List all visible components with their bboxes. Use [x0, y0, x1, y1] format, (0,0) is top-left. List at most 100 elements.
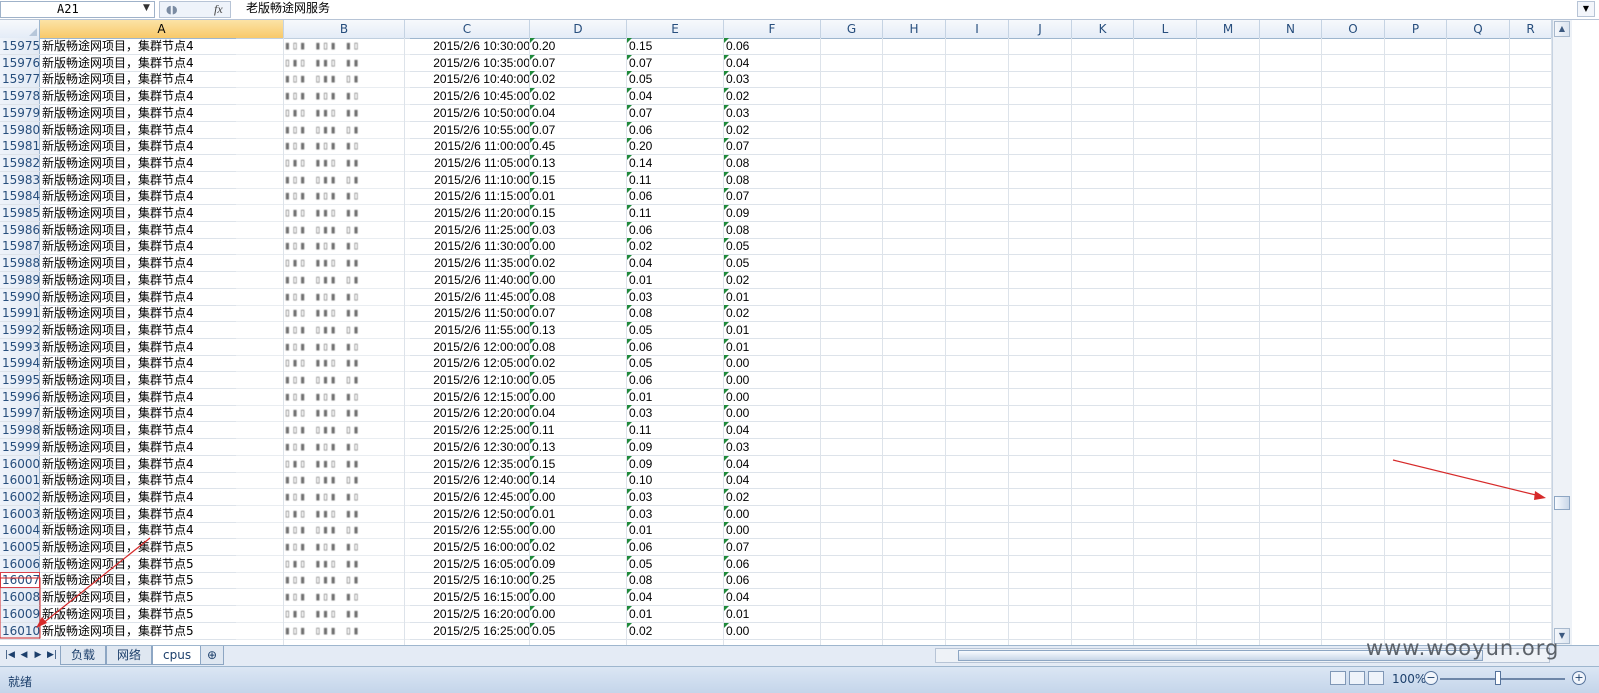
row-header[interactable]: 15988: [0, 255, 40, 272]
cell-c[interactable]: 2015/2/6 11:45:00: [405, 289, 530, 305]
column-header-q[interactable]: Q: [1447, 20, 1510, 38]
cell-c[interactable]: 2015/2/5 16:20:00: [405, 606, 530, 622]
row-header[interactable]: 15982: [0, 154, 40, 171]
cell-f[interactable]: 0.00: [724, 505, 823, 522]
cell-f[interactable]: 0.01: [724, 321, 823, 338]
cell-d[interactable]: 0.11: [530, 422, 629, 438]
cell-b-redacted[interactable]: ▮▯▮ ▮▯▮ ▮▯: [284, 539, 404, 555]
cell-e[interactable]: 0.11: [627, 171, 726, 188]
formula-input[interactable]: 老版畅途网服务: [236, 1, 1572, 18]
cell-f[interactable]: 0.06: [724, 38, 823, 54]
cell-b-redacted[interactable]: ▯▮▯ ▮▮▯ ▮▮: [284, 405, 404, 421]
cell-a[interactable]: 新版畅途网项目，集群节点4: [40, 122, 238, 138]
cell-e[interactable]: 0.14: [627, 154, 726, 171]
cell-f[interactable]: 0.07: [724, 138, 823, 154]
cell-a[interactable]: 新版畅途网项目，集群节点4: [40, 322, 238, 338]
column-header-r[interactable]: R: [1510, 20, 1552, 38]
row-header[interactable]: 16004: [0, 522, 40, 539]
cell-b-redacted[interactable]: ▮▯▮ ▮▯▮ ▮▯: [284, 138, 404, 154]
cell-d[interactable]: 0.04: [530, 104, 629, 121]
cell-e[interactable]: 0.05: [627, 71, 726, 87]
cell-d[interactable]: 0.07: [530, 54, 629, 71]
cell-b-redacted[interactable]: ▯▮▯ ▮▮▯ ▮▮: [284, 556, 404, 572]
cell-c[interactable]: 2015/2/6 11:05:00: [405, 155, 530, 171]
cell-c[interactable]: 2015/2/6 12:45:00: [405, 489, 530, 505]
cell-a[interactable]: 新版畅途网项目，集群节点4: [40, 172, 238, 188]
cell-d[interactable]: 0.02: [530, 255, 629, 271]
column-header-o[interactable]: O: [1322, 20, 1385, 38]
cell-b-redacted[interactable]: ▯▮▯ ▮▮▯ ▮▮: [284, 155, 404, 171]
cell-c[interactable]: 2015/2/5 16:00:00: [405, 539, 530, 555]
cell-e[interactable]: 0.01: [627, 522, 726, 538]
cell-e[interactable]: 0.08: [627, 305, 726, 321]
cell-b-redacted[interactable]: ▮▯▮ ▯▮▮ ▯▮: [284, 122, 404, 138]
cell-a[interactable]: 新版畅途网项目，集群节点4: [40, 88, 238, 104]
cell-f[interactable]: 0.04: [724, 455, 823, 472]
cell-f[interactable]: 0.02: [724, 121, 823, 138]
cell-b-redacted[interactable]: ▮▯▮ ▯▮▮ ▯▮: [284, 623, 404, 639]
cell-d[interactable]: 0.05: [530, 622, 629, 639]
cell-f[interactable]: 0.09: [724, 205, 823, 221]
cell-b-redacted[interactable]: ▮▯▮ ▯▮▮ ▯▮: [284, 322, 404, 338]
cell-f[interactable]: 0.02: [724, 88, 823, 104]
cell-b-redacted[interactable]: ▮▯▮ ▮▯▮ ▮▯: [284, 188, 404, 204]
column-header-i[interactable]: I: [946, 20, 1009, 38]
cell-a[interactable]: 新版畅途网项目，集群节点4: [40, 372, 238, 388]
cell-d[interactable]: 0.45: [530, 138, 629, 154]
chevron-down-icon[interactable]: ▼: [143, 1, 150, 16]
column-header-f[interactable]: F: [724, 20, 821, 38]
cell-c[interactable]: 2015/2/6 10:35:00: [405, 55, 530, 71]
cell-f[interactable]: 0.03: [724, 104, 823, 121]
cell-e[interactable]: 0.08: [627, 572, 726, 588]
cell-c[interactable]: 2015/2/6 12:25:00: [405, 422, 530, 438]
cell-f[interactable]: 0.04: [724, 54, 823, 71]
cell-c[interactable]: 2015/2/6 12:15:00: [405, 389, 530, 405]
cell-b-redacted[interactable]: ▮▯▮ ▮▯▮ ▮▯: [284, 389, 404, 405]
cell-f[interactable]: 0.05: [724, 255, 823, 271]
cell-e[interactable]: 0.09: [627, 438, 726, 455]
cell-e[interactable]: 0.03: [627, 405, 726, 421]
row-header[interactable]: 15992: [0, 321, 40, 338]
cell-c[interactable]: 2015/2/6 12:00:00: [405, 339, 530, 355]
cell-a[interactable]: 新版畅途网项目，集群节点4: [40, 422, 238, 438]
cell-d[interactable]: 0.25: [530, 572, 629, 588]
cell-f[interactable]: 0.08: [724, 171, 823, 188]
page-layout-view-icon[interactable]: [1349, 671, 1365, 685]
tab-cpus[interactable]: cpus: [152, 646, 203, 665]
cell-d[interactable]: 0.00: [530, 271, 629, 288]
cell-c[interactable]: 2015/2/6 10:45:00: [405, 88, 530, 104]
row-header[interactable]: 16008: [0, 589, 40, 606]
cell-a[interactable]: 新版畅途网项目，集群节点4: [40, 255, 238, 271]
cell-d[interactable]: 0.04: [530, 405, 629, 421]
row-header[interactable]: 16005: [0, 539, 40, 555]
cell-e[interactable]: 0.06: [627, 338, 726, 355]
cell-b-redacted[interactable]: ▯▮▯ ▮▮▯ ▮▮: [284, 255, 404, 271]
cell-b-redacted[interactable]: ▯▮▯ ▮▮▯ ▮▮: [284, 205, 404, 221]
cell-f[interactable]: 0.07: [724, 539, 823, 555]
row-header[interactable]: 15987: [0, 238, 40, 255]
cell-a[interactable]: 新版畅途网项目，集群节点4: [40, 405, 238, 421]
column-header-g[interactable]: G: [821, 20, 883, 38]
cell-a[interactable]: 新版畅途网项目，集群节点4: [40, 389, 238, 405]
row-header[interactable]: 16009: [0, 605, 40, 622]
zoom-slider-knob[interactable]: [1495, 671, 1501, 685]
cell-e[interactable]: 0.10: [627, 472, 726, 488]
cell-f[interactable]: 0.02: [724, 488, 823, 505]
column-header-d[interactable]: D: [530, 20, 627, 38]
cell-c[interactable]: 2015/2/6 12:35:00: [405, 456, 530, 472]
column-header-n[interactable]: N: [1260, 20, 1322, 38]
cell-f[interactable]: 0.08: [724, 154, 823, 171]
insert-function-button[interactable]: fx: [214, 2, 223, 17]
cell-d[interactable]: 0.08: [530, 288, 629, 305]
cell-a[interactable]: 新版畅途网项目，集群节点4: [40, 55, 238, 71]
cell-e[interactable]: 0.02: [627, 238, 726, 254]
cell-f[interactable]: 0.00: [724, 522, 823, 538]
row-header[interactable]: 16002: [0, 488, 40, 505]
row-header[interactable]: 16000: [0, 455, 40, 472]
cell-a[interactable]: 新版畅途网项目，集群节点4: [40, 222, 238, 238]
row-header[interactable]: 15996: [0, 388, 40, 405]
cell-e[interactable]: 0.11: [627, 422, 726, 438]
cell-b-redacted[interactable]: ▮▯▮ ▯▮▮ ▯▮: [284, 172, 404, 188]
normal-view-icon[interactable]: [1330, 671, 1346, 685]
cell-a[interactable]: 新版畅途网项目，集群节点5: [40, 623, 238, 639]
